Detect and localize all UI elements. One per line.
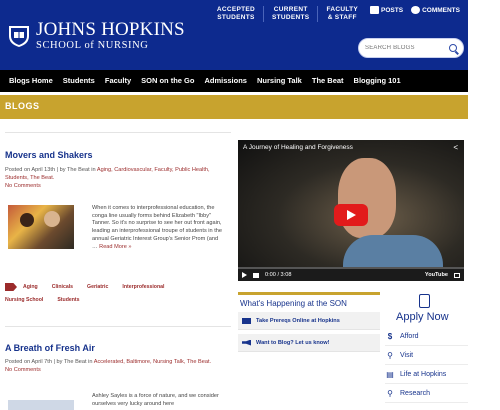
volume-icon[interactable] [253, 272, 259, 278]
tag-link[interactable]: Interprofessional [122, 284, 164, 290]
play-button-icon[interactable] [334, 204, 368, 226]
post-title[interactable]: Movers and Shakers [5, 150, 93, 160]
share-icon[interactable]: < [453, 143, 458, 152]
logo-title: JOHNS HOPKINS [36, 19, 185, 40]
read-more-link[interactable]: Read More » [99, 244, 131, 250]
accepted-students-link[interactable]: ACCEPTED STUDENTS [209, 6, 263, 22]
laptop-icon [242, 317, 251, 324]
post-meta-prefix: Posted on April 7th | by The Beat in [5, 359, 94, 365]
link-line1: FACULTY [326, 6, 359, 13]
main-nav: Blogs Home Students Faculty SON on the G… [0, 70, 468, 92]
sidebar-link-label: Life at Hopkins [400, 371, 447, 378]
whats-happening-widget: What's Happening at the SON Take Prereqs… [238, 292, 380, 356]
video-controls: 0:00 / 3:08 YouTube [238, 269, 464, 281]
logo-subtitle: SCHOOL of NURSING [36, 40, 149, 51]
post-thumbnail[interactable] [8, 205, 74, 249]
rss-icon [370, 6, 380, 14]
nav-admissions[interactable]: Admissions [199, 70, 252, 92]
post-comments-link[interactable]: No Comments [5, 367, 41, 373]
tag-link[interactable]: Clinicals [52, 284, 73, 290]
youtube-logo[interactable]: YouTube [425, 272, 448, 278]
post-excerpt: Ashley Sayles is a force of nature, and … [92, 393, 219, 407]
link-line2: STUDENTS [272, 14, 310, 21]
current-students-link[interactable]: CURRENT STUDENTS [263, 6, 317, 22]
fullscreen-icon[interactable] [454, 272, 460, 278]
top-links: ACCEPTED STUDENTS CURRENT STUDENTS FACUL… [209, 6, 464, 22]
video-time: 0:00 / 3:08 [265, 272, 292, 278]
posts-label: POSTS [381, 6, 404, 14]
post-meta-prefix: Posted on April 13th | by The Beat in [5, 167, 97, 173]
site-header: JOHNS HOPKINS SCHOOL of NURSING ACCEPTED… [0, 0, 468, 70]
widget-title: What's Happening at the SON [240, 299, 347, 308]
post-meta: Posted on April 13th | by The Beat in Ag… [5, 166, 227, 190]
video-player[interactable]: A Journey of Healing and Forgiveness < 0… [238, 140, 464, 281]
post-thumbnail[interactable] [8, 400, 74, 410]
post-comments-link[interactable]: No Comments [5, 183, 41, 189]
tag-link[interactable]: Students [57, 297, 79, 303]
post-categories[interactable]: Accelerated, Baltimore, Nursing Talk, Th… [94, 359, 211, 365]
sidebar-link-label: Visit [400, 352, 414, 359]
link-line2: & STAFF [327, 14, 357, 21]
comments-label: COMMENTS [422, 6, 460, 14]
page-title: BLOGS [5, 101, 40, 111]
comments-feed-link[interactable]: COMMENTS [407, 6, 464, 14]
link-line1: CURRENT [273, 6, 308, 13]
apply-now-link[interactable]: Apply Now [396, 311, 449, 323]
nav-students[interactable]: Students [58, 70, 100, 92]
speech-bubble-icon [411, 6, 421, 14]
faculty-staff-link[interactable]: FACULTY & STAFF [317, 6, 366, 22]
search-icon[interactable] [449, 44, 457, 52]
magnifier-icon: ⚲ [387, 389, 393, 398]
video-frame-person [338, 158, 396, 238]
play-icon[interactable] [242, 272, 247, 278]
pencil-document-icon [419, 294, 430, 308]
happening-item-label: Take Prereqs Online at Hopkins [256, 317, 340, 324]
location-pin-icon: ⚲ [387, 351, 393, 360]
post-title[interactable]: A Breath of Fresh Air [5, 343, 95, 353]
site-logo[interactable]: JOHNS HOPKINS SCHOOL of NURSING [6, 20, 185, 52]
search-box [358, 38, 464, 58]
section-banner: BLOGS [0, 95, 468, 119]
post-meta: Posted on April 7th | by The Beat in Acc… [5, 358, 227, 374]
divider [5, 326, 231, 327]
divider [5, 132, 231, 133]
nav-blogs-home[interactable]: Blogs Home [4, 70, 58, 92]
sidebar-link-visit[interactable]: ⚲ Visit [385, 347, 468, 365]
nav-son-on-the-go[interactable]: SON on the Go [136, 70, 199, 92]
sidebar-link-afford[interactable]: $ Afford [385, 328, 468, 346]
nav-the-beat[interactable]: The Beat [307, 70, 349, 92]
post-excerpt: When it comes to interprofessional educa… [92, 205, 224, 251]
megaphone-icon [242, 339, 251, 346]
sidebar-link-life-at-hopkins[interactable]: ▤ Life at Hopkins [385, 366, 468, 384]
shield-logo-icon [9, 25, 29, 47]
tag-link[interactable]: Aging [23, 284, 38, 290]
happening-item[interactable]: Want to Blog? Let us know! [238, 334, 380, 352]
link-line1: ACCEPTED [216, 6, 255, 13]
nav-nursing-talk[interactable]: Nursing Talk [252, 70, 307, 92]
posts-feed-link[interactable]: POSTS [366, 6, 407, 14]
nav-faculty[interactable]: Faculty [100, 70, 136, 92]
sidebar-link-label: Research [400, 390, 430, 397]
sidebar-link-label: Afford [400, 333, 419, 340]
nav-blogging-101[interactable]: Blogging 101 [349, 70, 406, 92]
link-line2: STUDENTS [217, 14, 255, 21]
search-input[interactable] [365, 45, 445, 51]
happening-item-label: Want to Blog? Let us know! [256, 339, 330, 346]
tag-icon [5, 283, 17, 291]
happening-item[interactable]: Take Prereqs Online at Hopkins [238, 312, 380, 330]
book-icon: ▤ [386, 370, 394, 379]
tag-link[interactable]: Geriatric [87, 284, 108, 290]
video-title[interactable]: A Journey of Healing and Forgiveness [243, 144, 353, 151]
post-tags: Aging Clinicals Geriatric Interprofessio… [5, 283, 231, 309]
tag-link[interactable]: Nursing School [5, 297, 43, 303]
sidebar-link-research[interactable]: ⚲ Research [385, 385, 468, 403]
dollar-icon: $ [387, 332, 393, 341]
